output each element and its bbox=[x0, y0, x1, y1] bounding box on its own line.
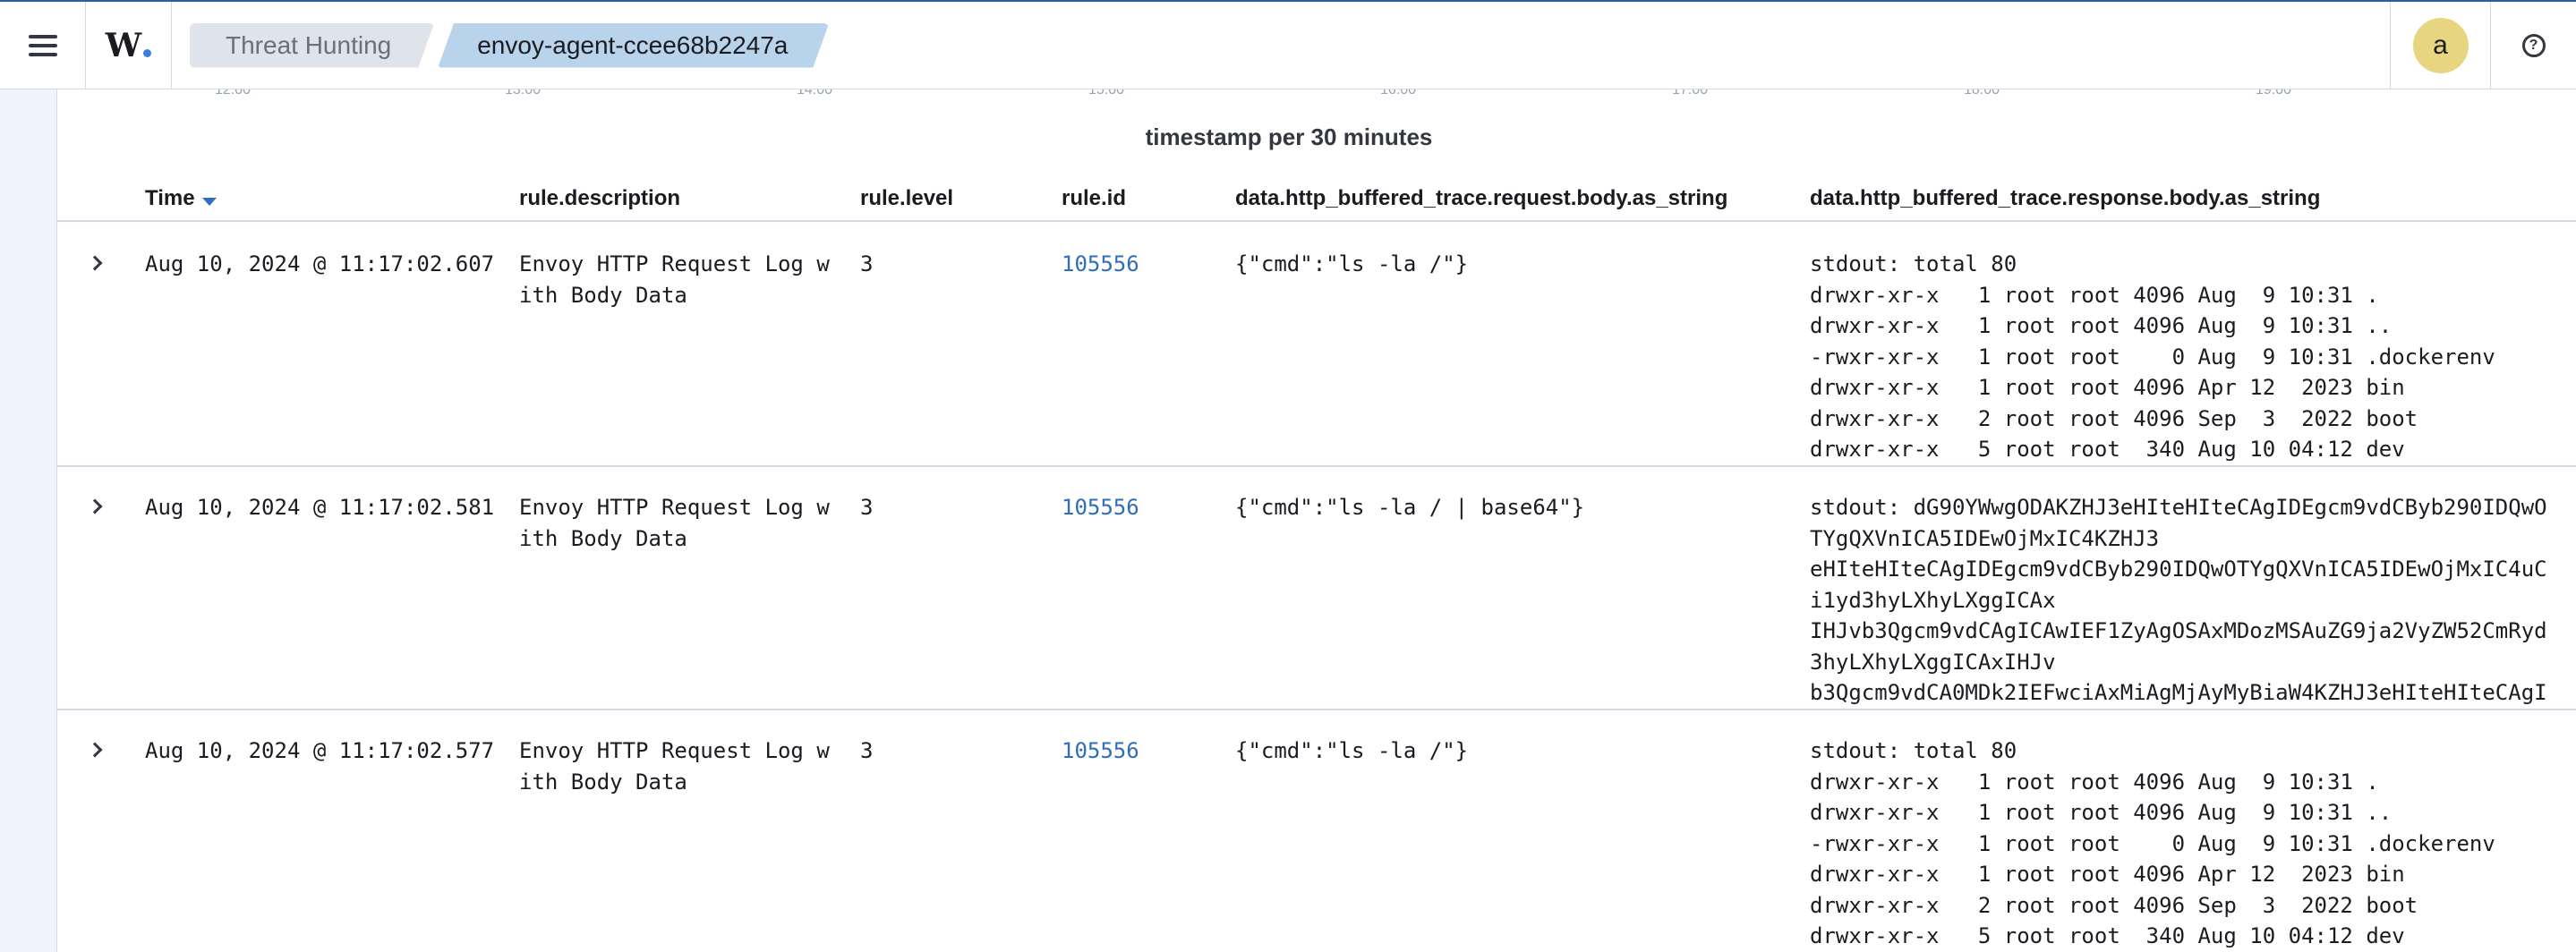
logo-dot bbox=[143, 49, 152, 57]
chevron-right-icon bbox=[87, 498, 103, 514]
expand-row-button[interactable] bbox=[84, 737, 109, 762]
breadcrumb-threat-hunting[interactable]: Threat Hunting bbox=[190, 23, 434, 68]
cell-level: 3 bbox=[860, 738, 874, 763]
cell-time: Aug 10, 2024 @ 11:17:02.581 bbox=[145, 495, 495, 520]
cell-rule-id-link[interactable]: 105556 bbox=[1062, 249, 1139, 280]
breadcrumb: Threat Hunting envoy-agent-ccee68b2247a bbox=[190, 2, 829, 89]
cell-description: Envoy HTTP Request Log with Body Data bbox=[519, 251, 830, 308]
cell-rule-id-link[interactable]: 105556 bbox=[1062, 735, 1139, 767]
top-bar: W Threat Hunting envoy-agent-ccee68b2247… bbox=[0, 0, 2576, 89]
hamburger-icon bbox=[28, 32, 57, 59]
column-header-rule-description[interactable]: rule.description bbox=[519, 175, 680, 222]
logo-letter: W bbox=[105, 26, 142, 64]
help-button[interactable]: ? bbox=[2490, 2, 2576, 89]
column-header-request-body[interactable]: data.http_buffered_trace.request.body.as… bbox=[1235, 175, 1727, 222]
table-row[interactable]: Aug 10, 2024 @ 11:17:02.581 Envoy HTTP R… bbox=[57, 467, 2576, 710]
cell-request-body: {"cmd":"ls -la /"} bbox=[1235, 738, 1469, 763]
axis-tick: 15:00 bbox=[1088, 89, 1125, 98]
table-row[interactable]: Aug 10, 2024 @ 11:17:02.607 Envoy HTTP R… bbox=[57, 224, 2576, 467]
histogram-axis: 12:00 13:00 14:00 15:00 16:00 17:00 18:0… bbox=[57, 89, 2576, 98]
chart-caption: timestamp per 30 minutes bbox=[1145, 123, 1433, 150]
cell-response-body: stdout: total 80 drwxr-xr-x 1 root root … bbox=[1810, 251, 2495, 462]
avatar[interactable]: a bbox=[2412, 17, 2469, 73]
cell-description: Envoy HTTP Request Log with Body Data bbox=[519, 495, 830, 551]
cell-description: Envoy HTTP Request Log with Body Data bbox=[519, 738, 830, 795]
table-row[interactable]: Aug 10, 2024 @ 11:17:02.577 Envoy HTTP R… bbox=[57, 710, 2576, 952]
column-header-response-body[interactable]: data.http_buffered_trace.response.body.a… bbox=[1810, 175, 2320, 222]
avatar-container: a bbox=[2390, 2, 2490, 89]
chevron-right-icon bbox=[87, 742, 103, 758]
breadcrumb-agent[interactable]: envoy-agent-ccee68b2247a bbox=[438, 23, 829, 68]
axis-tick: 17:00 bbox=[1672, 89, 1709, 98]
expand-row-button[interactable] bbox=[84, 494, 109, 519]
app-logo[interactable]: W bbox=[86, 2, 172, 89]
axis-tick: 16:00 bbox=[1380, 89, 1417, 98]
left-gutter bbox=[0, 89, 57, 952]
cell-response-body: stdout: total 80 drwxr-xr-x 1 root root … bbox=[1810, 738, 2495, 948]
table-header: Time rule.description rule.level rule.id… bbox=[57, 175, 2576, 222]
menu-button[interactable] bbox=[0, 2, 86, 89]
cell-time: Aug 10, 2024 @ 11:17:02.577 bbox=[145, 738, 495, 763]
cell-level: 3 bbox=[860, 495, 874, 520]
column-header-time[interactable]: Time bbox=[145, 175, 217, 222]
axis-tick: 18:00 bbox=[1964, 89, 2000, 98]
column-label: Time bbox=[145, 186, 195, 210]
axis-tick: 13:00 bbox=[505, 89, 542, 98]
chevron-right-icon bbox=[87, 255, 103, 271]
discover-panel: 12:00 13:00 14:00 15:00 16:00 17:00 18:0… bbox=[57, 89, 2576, 952]
cell-request-body: {"cmd":"ls -la / | base64"} bbox=[1235, 495, 1585, 520]
axis-tick: 19:00 bbox=[2256, 89, 2292, 98]
help-icon: ? bbox=[2521, 33, 2546, 57]
column-header-rule-level[interactable]: rule.level bbox=[860, 175, 953, 222]
column-header-rule-id[interactable]: rule.id bbox=[1062, 175, 1126, 222]
cell-rule-id-link[interactable]: 105556 bbox=[1062, 492, 1139, 523]
sort-descending-icon[interactable] bbox=[201, 197, 217, 206]
axis-tick: 14:00 bbox=[797, 89, 833, 98]
cell-time: Aug 10, 2024 @ 11:17:02.607 bbox=[145, 251, 495, 276]
axis-tick: 12:00 bbox=[215, 89, 252, 98]
expand-row-button[interactable] bbox=[84, 251, 109, 276]
cell-level: 3 bbox=[860, 251, 874, 276]
cell-response-body: stdout: dG90YWwgODAKZHJ3eHIteHIteCAgIDEg… bbox=[1810, 495, 2547, 705]
cell-request-body: {"cmd":"ls -la /"} bbox=[1235, 251, 1469, 276]
